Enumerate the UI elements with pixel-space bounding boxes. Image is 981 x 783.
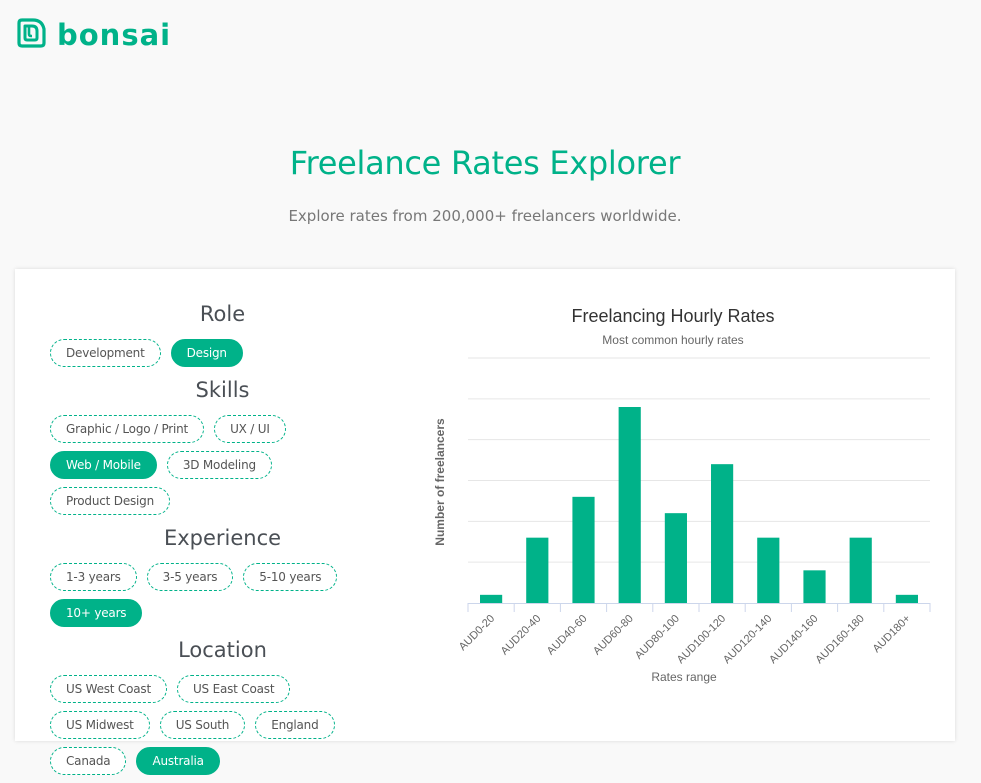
page-subtitle: Explore rates from 200,000+ freelancers … (288, 207, 682, 225)
pill-role-design[interactable]: Design (170, 339, 243, 367)
bar-aud40-60[interactable] (572, 496, 595, 603)
rates-chart: Freelancing Hourly Rates Most common hou… (430, 299, 935, 729)
bar-aud60-80[interactable] (618, 407, 641, 603)
page-title: Freelance Rates Explorer (289, 144, 681, 182)
pill-skill-product-design[interactable]: Product Design (50, 487, 171, 515)
bar-aud120-140[interactable] (757, 537, 780, 603)
pill-role-development[interactable]: Development (50, 339, 161, 367)
bar-aud0-20[interactable] (480, 594, 503, 603)
x-tick-label: AUD40-60 (545, 613, 590, 658)
experience-options: 1-3 years 3-5 years 5-10 years 10+ years (50, 563, 395, 627)
chart-bars (480, 407, 918, 603)
filter-group-title-skills: Skills (195, 378, 250, 402)
role-options: Development Design (50, 339, 395, 367)
x-tick-label: AUD60-80 (591, 613, 636, 658)
x-tick-label: AUD0-20 (457, 613, 497, 653)
bar-aud140-160[interactable] (803, 570, 826, 603)
bar-aud180[interactable] (895, 594, 918, 603)
rates-explorer-card: Role Development Design Skills Graphic /… (15, 269, 955, 775)
pill-experience-5-10-years[interactable]: 5-10 years (243, 563, 338, 591)
pill-location-australia[interactable]: Australia (136, 747, 220, 775)
pill-location-us-east-coast[interactable]: US East Coast (176, 675, 291, 703)
bar-aud160-180[interactable] (849, 537, 872, 603)
x-axis-label: Rates range (651, 670, 717, 684)
filter-group-title-role: Role (199, 302, 246, 326)
filter-group-title-location: Location (178, 638, 267, 662)
pill-experience-3-5-years[interactable]: 3-5 years (146, 563, 234, 591)
pill-experience-10-plus-years[interactable]: 10+ years (50, 599, 143, 627)
chart-subtitle: Most common hourly rates (602, 333, 743, 347)
x-axis: AUD0-20 AUD20-40 AUD40-60 AUD60-80AUD80-100… (457, 603, 931, 666)
pill-location-us-west-coast[interactable]: US West Coast (50, 675, 167, 703)
x-tick-label: AUD80-100 (633, 613, 682, 662)
bar-chart: Freelancing Hourly Rates Most common hou… (433, 306, 931, 684)
chart-title: Freelancing Hourly Rates (571, 306, 774, 326)
pill-location-england[interactable]: England (255, 711, 335, 739)
x-tick-label: AUD20-40 (499, 613, 544, 658)
pill-experience-1-3-years[interactable]: 1-3 years (50, 563, 137, 591)
brand-name: bonsai (57, 18, 172, 52)
x-tick-label: AUD180+ (871, 613, 913, 655)
pill-skill-web-mobile[interactable]: Web / Mobile (50, 451, 157, 479)
pill-location-canada[interactable]: Canada (50, 747, 127, 775)
location-options: US West Coast US East Coast US Midwest U… (50, 675, 395, 775)
pill-location-us-midwest[interactable]: US Midwest (50, 711, 150, 739)
bar-aud80-100[interactable] (664, 513, 687, 603)
y-axis-label: Number of freelancers (433, 418, 447, 546)
pill-location-us-south[interactable]: US South (159, 711, 246, 739)
pill-skill-ux-ui[interactable]: UX / UI (214, 415, 286, 443)
filter-group-title-experience: Experience (163, 526, 282, 550)
bonsai-logo-icon (15, 17, 47, 54)
bar-aud20-40[interactable] (526, 537, 549, 603)
skills-options: Graphic / Logo / Print UX / UI Web / Mob… (50, 415, 395, 515)
chart-gridlines (468, 357, 930, 563)
filters-panel: Role Development Design Skills Graphic /… (50, 299, 395, 783)
x-tick-label: AUD160-180 (813, 613, 866, 666)
bonsai-logo[interactable]: bonsai (15, 17, 171, 54)
pill-skill-graphic-logo-print[interactable]: Graphic / Logo / Print (50, 415, 205, 443)
pill-skill-3d-modeling[interactable]: 3D Modeling (166, 451, 272, 479)
bar-aud100-120[interactable] (711, 464, 734, 603)
